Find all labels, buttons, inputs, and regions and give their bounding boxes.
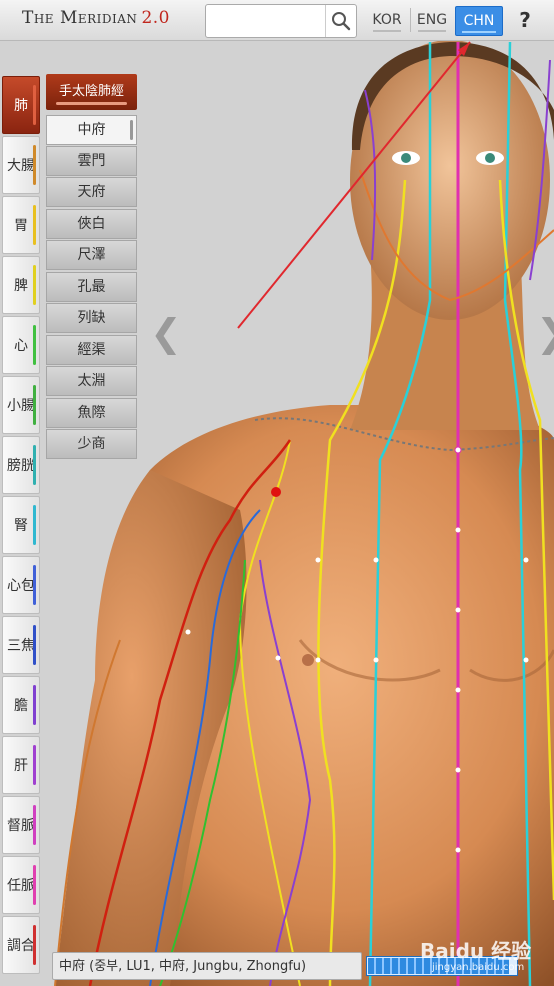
meridian-color-bar — [33, 565, 36, 605]
meridian-liver[interactable]: 肝 — [2, 736, 40, 794]
point-item[interactable]: 魚際 — [46, 398, 137, 428]
search-button[interactable] — [325, 5, 356, 37]
meridian-heart[interactable]: 心 — [2, 316, 40, 374]
app-version: 2.0 — [141, 8, 170, 28]
meridian-color-bar — [33, 745, 36, 785]
search-input[interactable] — [208, 7, 324, 35]
meridian-color-bar — [33, 385, 36, 425]
meridian-color-bar — [33, 865, 36, 905]
meridian-color-bar — [33, 205, 36, 245]
meridian-color-bar — [33, 325, 36, 365]
point-item[interactable]: 雲門 — [46, 146, 137, 176]
meridian-large-intestine[interactable]: 大腸 — [2, 136, 40, 194]
meridian-color-bar — [33, 925, 36, 965]
app-logo: The Meridian 2.0 — [22, 8, 170, 28]
meridian-color-bar — [33, 505, 36, 545]
point-info-bar: 中府 (중부, LU1, 中府, Jungbu, Zhongfu) — [52, 952, 362, 980]
meridian-combination[interactable]: 調合 — [2, 916, 40, 974]
search-icon — [332, 12, 351, 31]
meridian-color-bar — [33, 85, 36, 125]
point-item[interactable]: 孔最 — [46, 272, 137, 302]
point-item[interactable]: 列缺 — [46, 303, 137, 333]
app-title: The Meridian — [22, 8, 138, 28]
top-bar: The Meridian 2.0 KOR ENG CHN ? — [0, 0, 554, 41]
meridian-stomach[interactable]: 胃 — [2, 196, 40, 254]
meridian-color-bar — [33, 625, 36, 665]
meridian-color-bar — [33, 685, 36, 725]
meridian-kidney[interactable]: 腎 — [2, 496, 40, 554]
meridian-governing-vessel[interactable]: 督脈 — [2, 796, 40, 854]
prev-arrow[interactable]: ❮ — [150, 311, 182, 355]
point-item[interactable]: 中府 — [46, 115, 137, 145]
meridian-gallbladder[interactable]: 膽 — [2, 676, 40, 734]
meridian-pericardium[interactable]: 心包 — [2, 556, 40, 614]
point-item[interactable]: 太淵 — [46, 366, 137, 396]
meridian-lung[interactable]: 肺 — [2, 76, 40, 134]
meridian-triple-burner[interactable]: 三焦 — [2, 616, 40, 674]
help-button[interactable]: ? — [510, 4, 540, 36]
meridian-conception-vessel[interactable]: 任脈 — [2, 856, 40, 914]
watermark: Baidu 经验 — [420, 939, 532, 963]
point-item[interactable]: 經渠 — [46, 335, 137, 365]
next-arrow[interactable]: ❯ — [536, 311, 554, 355]
point-item[interactable]: 俠白 — [46, 209, 137, 239]
divider — [410, 8, 411, 32]
lang-eng-button[interactable]: ENG — [412, 6, 452, 34]
point-list-title: 手太陰肺經 — [46, 74, 137, 110]
meridian-bladder[interactable]: 膀胱 — [2, 436, 40, 494]
point-item[interactable]: 尺澤 — [46, 240, 137, 270]
meridian-color-bar — [33, 445, 36, 485]
point-item[interactable]: 天府 — [46, 177, 137, 207]
watermark-url: jingyan.baidu.com — [432, 962, 525, 973]
point-item[interactable]: 少商 — [46, 429, 137, 459]
meridian-small-intestine[interactable]: 小腸 — [2, 376, 40, 434]
scroll-indicator — [130, 120, 133, 140]
meridian-color-bar — [33, 145, 36, 185]
meridian-color-bar — [33, 805, 36, 845]
meridian-spleen[interactable]: 脾 — [2, 256, 40, 314]
lang-chn-button[interactable]: CHN — [455, 6, 503, 36]
lang-kor-button[interactable]: KOR — [367, 6, 407, 34]
search-box — [205, 4, 357, 38]
meridian-color-bar — [33, 265, 36, 305]
